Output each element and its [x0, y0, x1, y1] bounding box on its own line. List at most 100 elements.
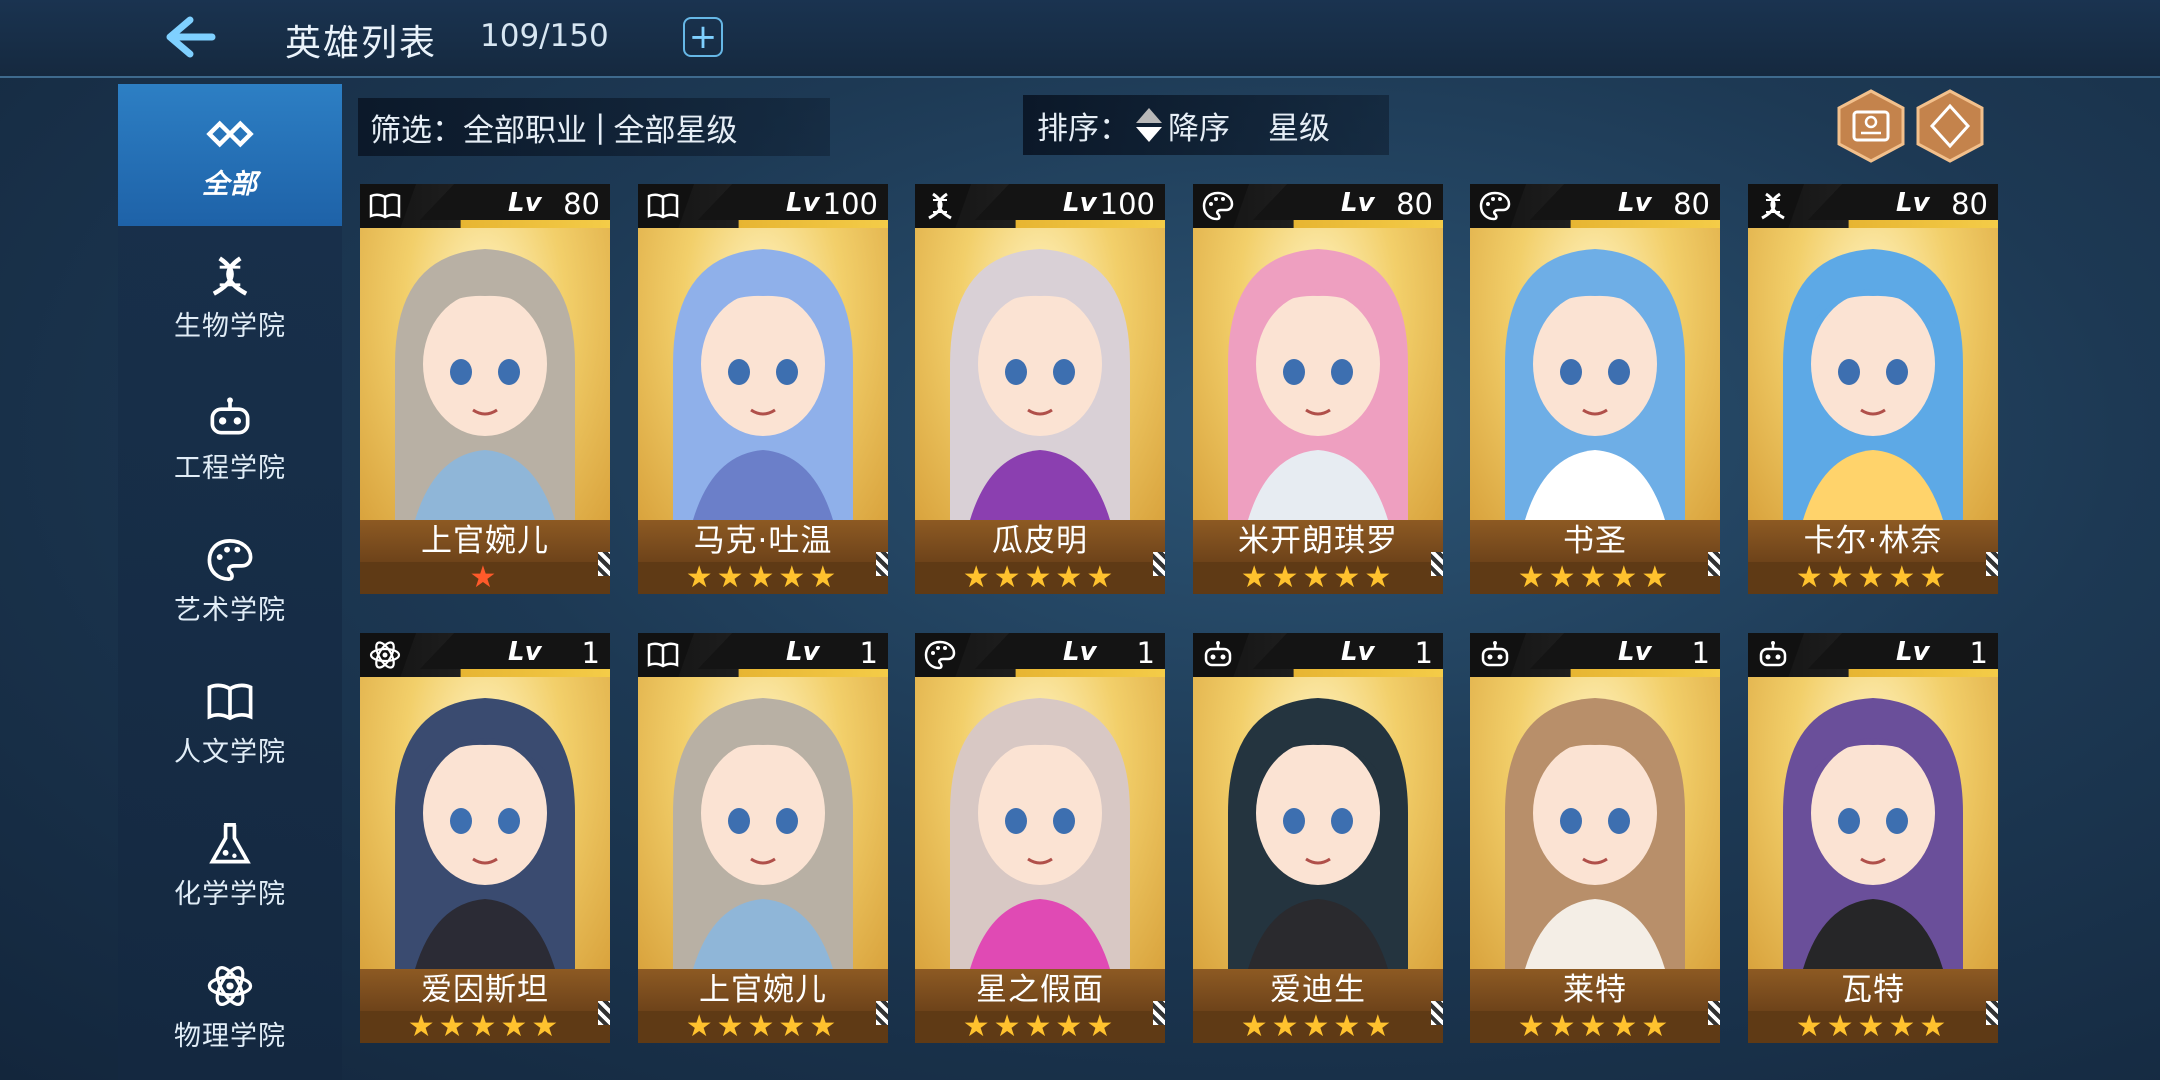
filter-separator: | [595, 109, 606, 145]
hero-card[interactable]: Lv 100 马克·吐温 ★★★★★ [638, 184, 888, 594]
corner-mark [1431, 1001, 1443, 1025]
hero-portrait [1783, 249, 1963, 520]
hero-stars: ★★★★★ [1748, 1011, 1998, 1043]
plus-icon: + [688, 17, 718, 57]
hero-portrait [1228, 698, 1408, 969]
palette-icon [1201, 190, 1235, 222]
level-mark: Lv [786, 637, 820, 667]
hero-stars: ★★★★★ [1748, 562, 1998, 594]
hero-stars: ★ [360, 562, 610, 594]
sidebar-item-6[interactable]: 物理学院 [118, 936, 342, 1078]
card-header: Lv 100 [638, 184, 888, 228]
hero-level: 1 [1969, 636, 1988, 670]
hero-card[interactable]: Lv 100 瓜皮明 ★★★★★ [915, 184, 1165, 594]
sort-key[interactable]: 星级 [1268, 103, 1330, 148]
hero-card[interactable]: Lv 80 书圣 ★★★★★ [1470, 184, 1720, 594]
hero-level: 80 [1951, 187, 1988, 221]
card-header: Lv 1 [638, 633, 888, 677]
hero-portrait-background [360, 184, 610, 520]
level-mark: Lv [1341, 637, 1375, 667]
hero-portrait-background [915, 633, 1165, 969]
hero-name: 书圣 [1470, 520, 1720, 562]
sidebar-item-3[interactable]: 艺术学院 [118, 510, 342, 652]
hero-card[interactable]: Lv 80 卡尔·林奈 ★★★★★ [1748, 184, 1998, 594]
level-mark: Lv [1618, 188, 1652, 218]
hero-stars: ★★★★★ [1470, 562, 1720, 594]
sort-bar[interactable]: 排序： 降序 星级 [1023, 95, 1389, 155]
sort-arrow-icon[interactable] [1134, 106, 1164, 144]
hero-portrait [950, 249, 1130, 520]
sort-label: 排序： [1037, 110, 1130, 147]
sidebar: 全部 生物学院工程学院艺术学院 人文学院 化学学院 物理学院 [118, 84, 342, 1080]
atom-icon [205, 962, 255, 1010]
sort-order[interactable]: 降序 [1168, 103, 1230, 148]
filter-stars[interactable]: 全部星级 [613, 105, 737, 150]
hero-name: 上官婉儿 [360, 520, 610, 562]
hero-stars: ★★★★★ [915, 562, 1165, 594]
hero-card[interactable]: Lv 1 上官婉儿 ★★★★★ [638, 633, 888, 1043]
hero-card[interactable]: Lv 1 星之假面 ★★★★★ [915, 633, 1165, 1043]
corner-mark [1708, 552, 1720, 576]
dna-icon [923, 190, 957, 222]
corner-mark [598, 552, 610, 576]
hero-stars: ★★★★★ [638, 562, 888, 594]
hero-level: 100 [822, 187, 878, 221]
hero-name: 星之假面 [915, 969, 1165, 1011]
sidebar-item-2[interactable]: 工程学院 [118, 368, 342, 510]
sidebar-item-1[interactable]: 生物学院 [118, 226, 342, 368]
hero-portrait-background [915, 184, 1165, 520]
sidebar-item-label: 工程学院 [174, 452, 286, 484]
hero-name: 马克·吐温 [638, 520, 888, 562]
level-mark: Lv [786, 188, 820, 218]
dna-icon [205, 252, 255, 300]
hero-count: 109/150 [480, 18, 609, 54]
level-mark: Lv [508, 637, 542, 667]
dna-icon [1756, 190, 1790, 222]
sidebar-item-5[interactable]: 化学学院 [118, 794, 342, 936]
corner-mark [1153, 1001, 1165, 1025]
filter-profession[interactable]: 全部职业 [463, 105, 587, 150]
card-header: Lv 1 [1470, 633, 1720, 677]
hero-portrait-background [1193, 633, 1443, 969]
card-header: Lv 80 [360, 184, 610, 228]
back-arrow-icon[interactable] [162, 12, 218, 62]
hero-name: 爱迪生 [1193, 969, 1443, 1011]
book-icon [646, 190, 680, 222]
card-header: Lv 1 [915, 633, 1165, 677]
hero-card[interactable]: Lv 1 爱迪生 ★★★★★ [1193, 633, 1443, 1043]
expand-icon[interactable] [1914, 88, 1986, 164]
sidebar-item-0[interactable]: 全部 [118, 84, 342, 226]
hero-card[interactable]: Lv 1 爱因斯坦 ★★★★★ [360, 633, 610, 1043]
hero-level: 100 [1099, 187, 1155, 221]
hero-card[interactable]: Lv 80 米开朗琪罗 ★★★★★ [1193, 184, 1443, 594]
hero-portrait-background [1748, 184, 1998, 520]
level-mark: Lv [1896, 188, 1930, 218]
filter-bar[interactable]: 筛选： 全部职业 | 全部星级 [358, 98, 830, 156]
hero-card[interactable]: Lv 80 上官婉儿 ★ [360, 184, 610, 594]
hero-portrait [1505, 698, 1685, 969]
corner-mark [1431, 552, 1443, 576]
id-card-icon[interactable] [1835, 88, 1907, 164]
hero-portrait-background [1748, 633, 1998, 969]
hero-stars: ★★★★★ [1193, 562, 1443, 594]
add-capacity-button[interactable]: + [683, 17, 723, 57]
hero-portrait [1783, 698, 1963, 969]
hero-card[interactable]: Lv 1 瓦特 ★★★★★ [1748, 633, 1998, 1043]
hero-stars: ★★★★★ [915, 1011, 1165, 1043]
card-header: Lv 80 [1748, 184, 1998, 228]
hero-level: 1 [581, 636, 600, 670]
card-header: Lv 100 [915, 184, 1165, 228]
card-header: Lv 80 [1470, 184, 1720, 228]
top-bar: 英雄列表 109/150 + [0, 0, 2160, 78]
hero-level: 1 [1136, 636, 1155, 670]
hero-portrait-background [638, 184, 888, 520]
hero-portrait [673, 249, 853, 520]
hero-name: 瓦特 [1748, 969, 1998, 1011]
book-icon [646, 639, 680, 671]
hero-portrait-background [638, 633, 888, 969]
hero-level: 1 [859, 636, 878, 670]
card-header: Lv 1 [360, 633, 610, 677]
level-mark: Lv [1341, 188, 1375, 218]
sidebar-item-4[interactable]: 人文学院 [118, 652, 342, 794]
hero-card[interactable]: Lv 1 莱特 ★★★★★ [1470, 633, 1720, 1043]
